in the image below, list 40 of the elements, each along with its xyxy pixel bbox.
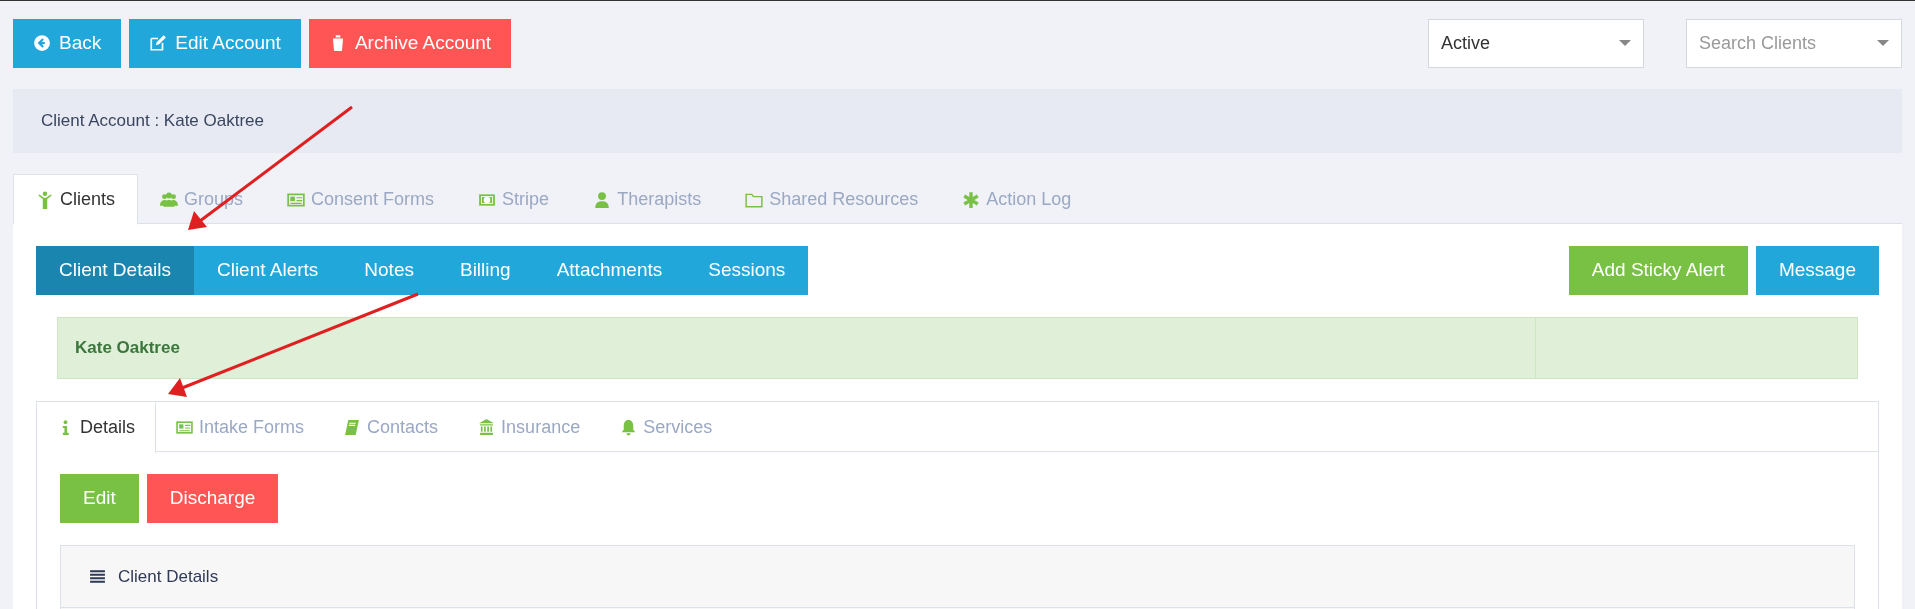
nav-tab[interactable]: Client Details bbox=[36, 246, 194, 295]
tab[interactable]: Clients bbox=[13, 174, 139, 225]
tab[interactable]: Action Log bbox=[940, 174, 1094, 225]
status-dropdown[interactable]: Active bbox=[1428, 18, 1644, 68]
card-icon bbox=[176, 419, 194, 436]
tab[interactable]: Insurance bbox=[458, 402, 601, 453]
nav-tab[interactable]: Notes bbox=[341, 246, 437, 295]
edit-account-button[interactable]: Edit Account bbox=[129, 18, 301, 68]
users-icon bbox=[160, 190, 179, 209]
person-icon bbox=[36, 190, 54, 209]
tab[interactable]: Therapists bbox=[571, 174, 724, 225]
bell-icon bbox=[620, 419, 638, 436]
nav-tab[interactable]: Billing bbox=[436, 246, 534, 295]
account-title: Client Account : Kate Oaktree bbox=[41, 110, 264, 133]
pencil-square-icon bbox=[149, 34, 168, 52]
bank-icon bbox=[478, 419, 496, 436]
tab[interactable]: Consent Forms bbox=[265, 174, 457, 225]
add-sticky-alert-button[interactable]: Add Sticky Alert bbox=[1568, 246, 1748, 295]
asterisk-icon bbox=[962, 190, 981, 209]
tab[interactable]: Services bbox=[600, 402, 733, 453]
client-name: Kate Oaktree bbox=[75, 337, 180, 360]
search-field[interactable]: Search Clients bbox=[1686, 18, 1902, 68]
section-title: Client Details bbox=[118, 565, 219, 588]
tab[interactable]: Shared Resources bbox=[723, 174, 941, 225]
user-icon bbox=[593, 190, 612, 209]
edit-button[interactable]: Edit bbox=[60, 474, 139, 523]
list-icon bbox=[89, 568, 106, 585]
circle-arrow-left-icon bbox=[33, 34, 51, 52]
back-button[interactable]: Back bbox=[13, 18, 122, 68]
nav-tab[interactable]: Sessions bbox=[685, 246, 809, 295]
tab[interactable]: Details bbox=[37, 402, 157, 453]
tab[interactable]: Contacts bbox=[324, 402, 459, 453]
message-button[interactable]: Message bbox=[1755, 246, 1879, 295]
discharge-button[interactable]: Discharge bbox=[146, 474, 279, 523]
tab[interactable]: Stripe bbox=[456, 174, 572, 225]
nav-tab[interactable]: Attachments bbox=[533, 246, 686, 295]
nav-tab[interactable]: Client Alerts bbox=[193, 246, 342, 295]
book-icon bbox=[344, 419, 362, 436]
archive-account-button[interactable]: Archive Account bbox=[308, 18, 512, 68]
tab[interactable]: Intake Forms bbox=[156, 402, 325, 453]
